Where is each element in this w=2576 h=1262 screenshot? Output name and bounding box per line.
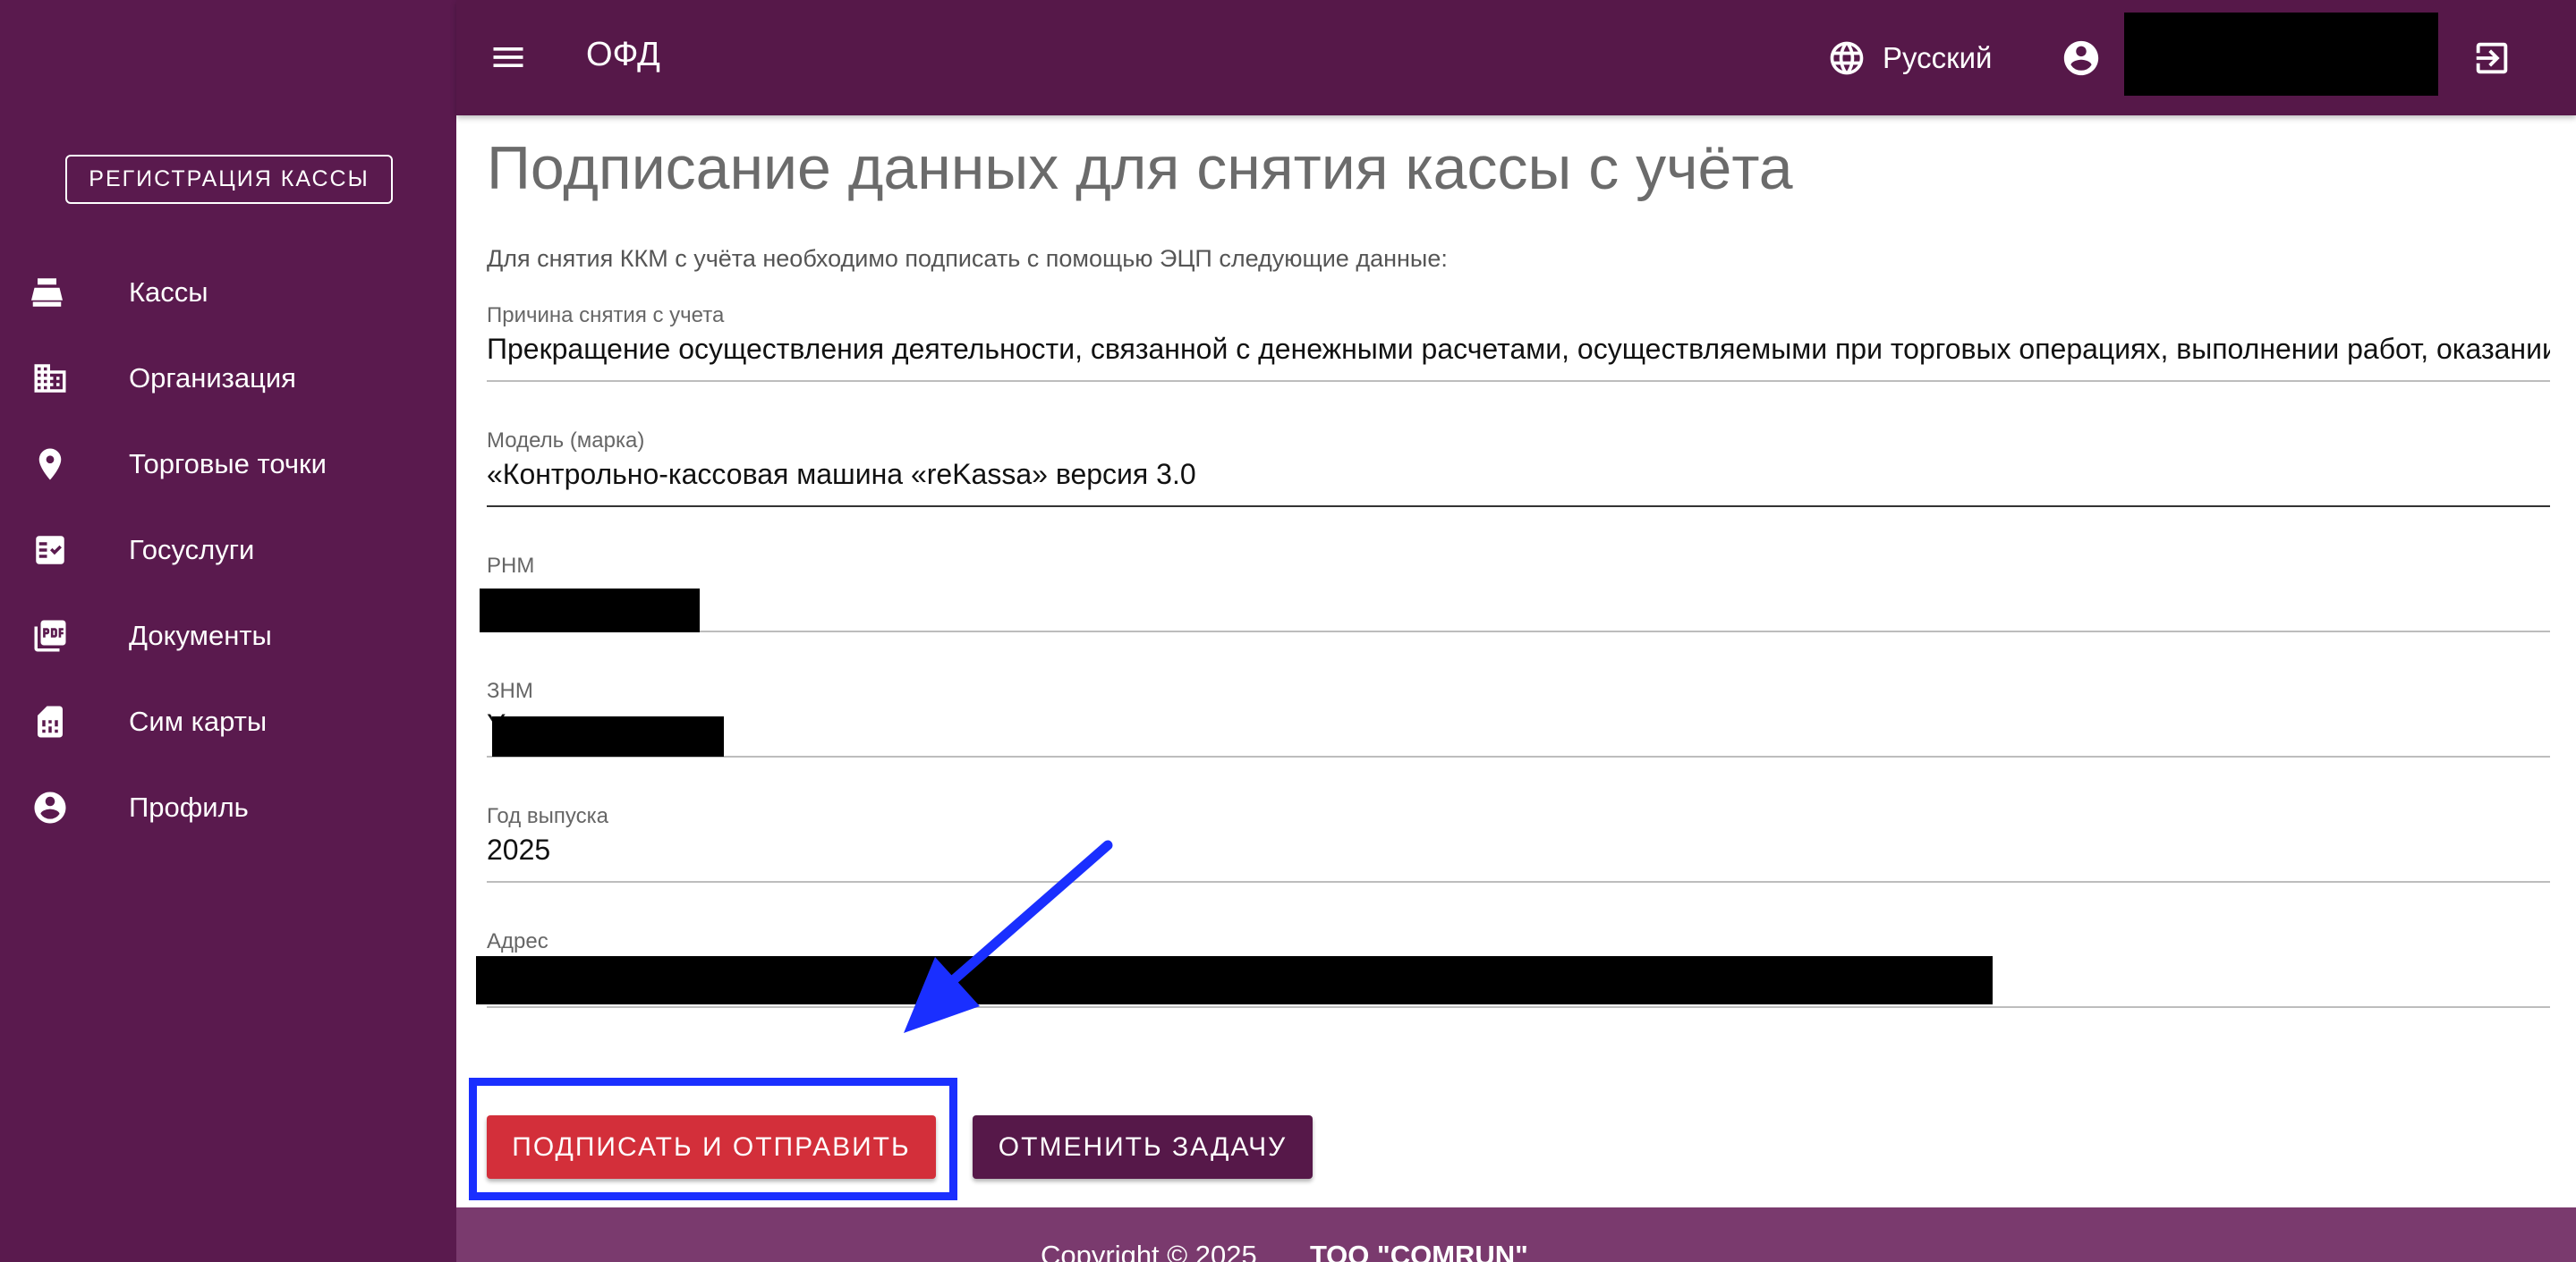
- sidebar-item-label: Профиль: [129, 792, 249, 823]
- sidebar-item-label: Кассы: [129, 276, 208, 308]
- sidebar-item-sim-cards[interactable]: Сим карты: [0, 679, 456, 765]
- sidebar: РЕГИСТРАЦИЯ КАССЫ Кассы Организация Торг…: [0, 0, 456, 1262]
- page-title: Подписание данных для снятия кассы с учё…: [487, 134, 1793, 202]
- address-label: Адрес: [487, 929, 548, 953]
- sidebar-item-label: Документы: [129, 620, 272, 651]
- address-redacted: [476, 956, 1993, 1004]
- sidebar-item-documents[interactable]: Документы: [0, 593, 456, 679]
- account-circle-icon[interactable]: [2061, 38, 2102, 79]
- sidebar-item-label: Организация: [129, 362, 296, 394]
- intro-text: Для снятия ККМ с учёта необходимо подпис…: [487, 245, 1448, 272]
- annotation-highlight-box: [469, 1078, 957, 1200]
- cancel-task-button[interactable]: ОТМЕНИТЬ ЗАДАЧУ: [973, 1115, 1313, 1179]
- rnm-field[interactable]: РНМ: [487, 554, 2550, 632]
- pdf-icon: [31, 617, 69, 655]
- footer-copyright: Copyright © 2025: [1041, 1240, 1257, 1262]
- cash-register-icon: [31, 274, 69, 311]
- footer: Copyright © 2025 ТОО "COMRUN": [456, 1207, 2576, 1262]
- reason-value: Прекращение осуществления деятельности, …: [487, 333, 2550, 365]
- model-value: «Контрольно-кассовая машина «reKassa» ве…: [487, 458, 1196, 490]
- year-label: Год выпуска: [487, 804, 608, 828]
- sidebar-item-label: Торговые точки: [129, 448, 327, 479]
- language-selector[interactable]: Русский: [1883, 41, 1992, 75]
- znm-field[interactable]: ЗНМ Y: [487, 679, 2550, 758]
- rnm-redacted: [480, 589, 700, 632]
- user-name-redacted: [2124, 13, 2438, 96]
- footer-company[interactable]: ТОО "COMRUN": [1310, 1240, 1528, 1262]
- app-title: ОФД: [586, 36, 660, 73]
- sidebar-item-label: Госуслуги: [129, 534, 255, 565]
- register-cash-register-button[interactable]: РЕГИСТРАЦИЯ КАССЫ: [65, 155, 393, 204]
- globe-icon[interactable]: [1827, 38, 1866, 78]
- sidebar-item-profile[interactable]: Профиль: [0, 765, 456, 851]
- rnm-label: РНМ: [487, 554, 535, 578]
- sidebar-item-sales-points[interactable]: Торговые точки: [0, 421, 456, 507]
- year-field[interactable]: Год выпуска 2025: [487, 804, 2550, 883]
- checklist-icon: [31, 531, 69, 569]
- year-value: 2025: [487, 834, 551, 866]
- menu-icon[interactable]: [489, 38, 528, 77]
- location-pin-icon: [31, 445, 69, 483]
- znm-label: ЗНМ: [487, 679, 533, 703]
- sidebar-nav: Кассы Организация Торговые точки Госуслу…: [0, 250, 456, 851]
- sidebar-item-label: Сим карты: [129, 706, 268, 737]
- sim-card-icon: [31, 703, 69, 741]
- logout-icon[interactable]: [2471, 38, 2512, 79]
- top-app-bar: ОФД Русский: [456, 0, 2576, 115]
- znm-redacted: [492, 716, 724, 757]
- sidebar-item-organization[interactable]: Организация: [0, 335, 456, 421]
- building-icon: [31, 360, 69, 397]
- reason-field[interactable]: Причина снятия с учета Прекращение осуще…: [487, 303, 2550, 382]
- model-label: Модель (марка): [487, 428, 645, 453]
- model-field[interactable]: Модель (марка) «Контрольно-кассовая маши…: [487, 428, 2550, 507]
- account-circle-icon: [31, 789, 69, 826]
- sidebar-item-gov-services[interactable]: Госуслуги: [0, 507, 456, 593]
- main-content: Подписание данных для снятия кассы с учё…: [456, 115, 2576, 1207]
- reason-label: Причина снятия с учета: [487, 303, 725, 327]
- sidebar-item-cash-registers[interactable]: Кассы: [0, 250, 456, 335]
